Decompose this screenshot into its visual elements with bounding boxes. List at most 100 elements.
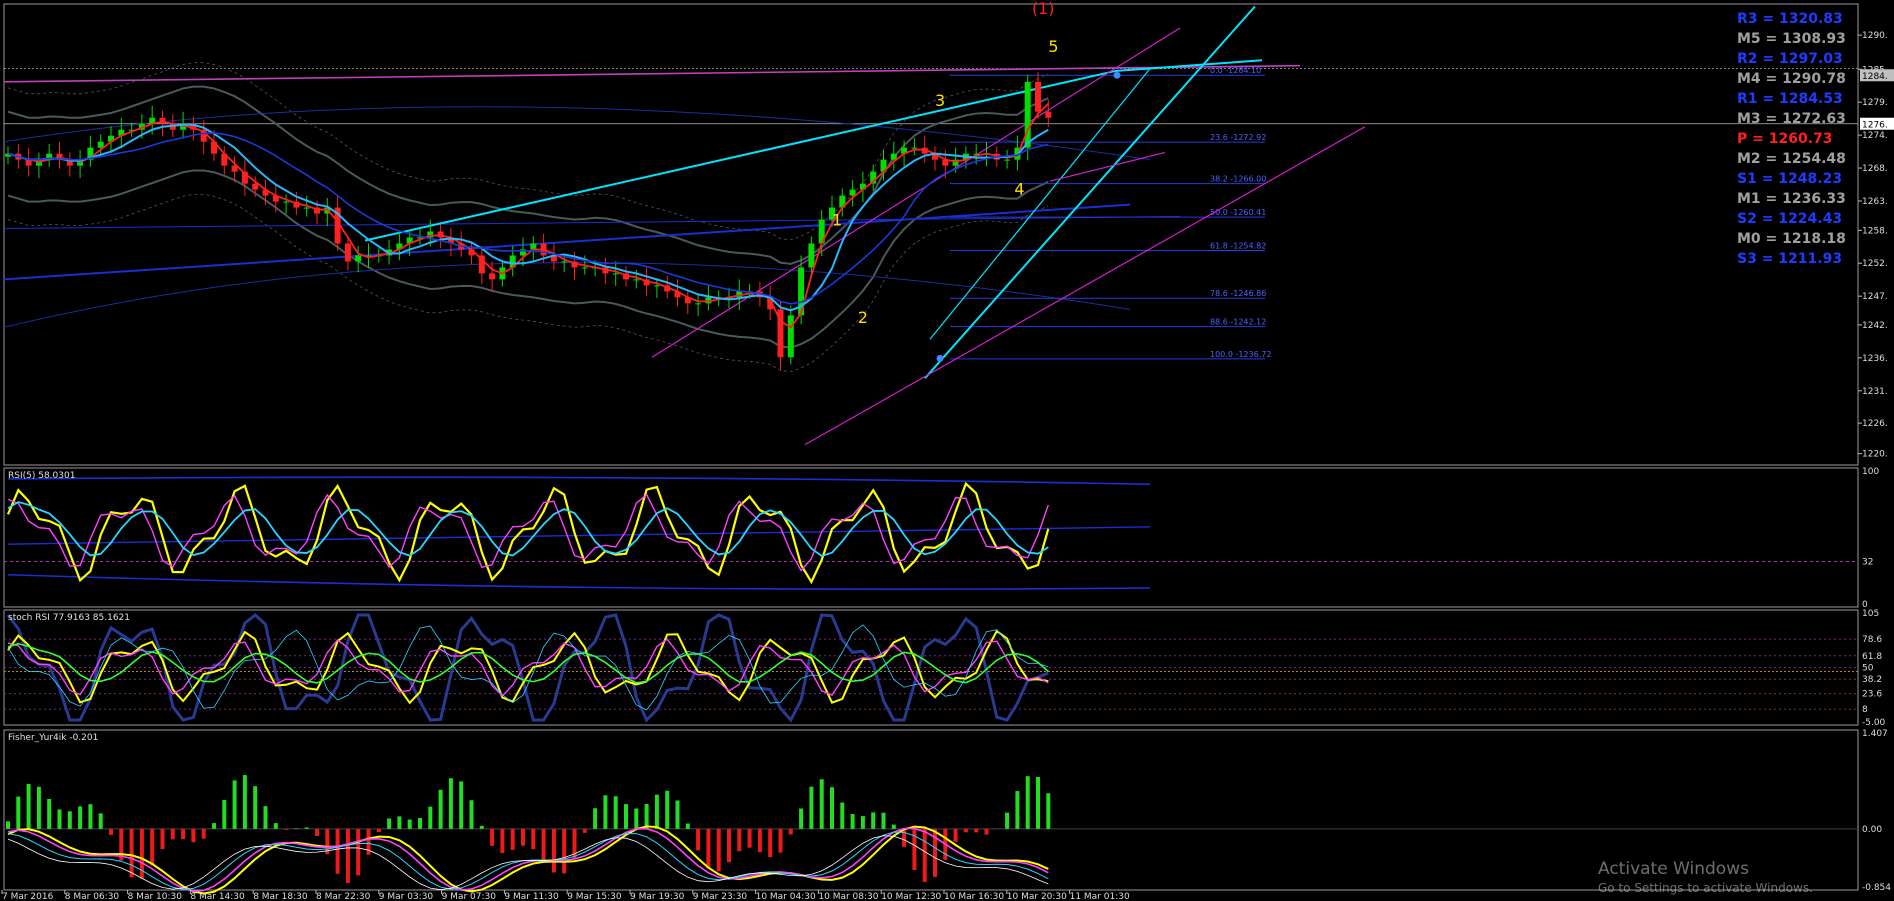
fisher-histogram-bar bbox=[407, 819, 412, 829]
fisher-histogram-bar bbox=[448, 778, 453, 829]
watermark-subtitle: Go to Settings to activate Windows. bbox=[1598, 881, 1813, 895]
candle-body bbox=[1045, 111, 1052, 118]
fisher-histogram-bar bbox=[98, 813, 103, 829]
candle-body bbox=[97, 141, 104, 148]
fisher-histogram-bar bbox=[201, 828, 206, 839]
fisher-histogram-bar bbox=[510, 828, 515, 850]
time-tick-label: 11 Mar 01:30 bbox=[1070, 892, 1130, 901]
fisher-histogram-bar bbox=[665, 790, 670, 829]
fisher-histogram-bar bbox=[67, 811, 72, 829]
pivot-label: R3 = 1320.83 bbox=[1737, 11, 1843, 27]
candle-body bbox=[787, 315, 794, 358]
time-tick-label: 9 Mar 19:30 bbox=[630, 892, 685, 901]
fisher-histogram-bar bbox=[768, 828, 773, 858]
fisher-histogram-bar bbox=[624, 804, 628, 829]
indicator-axis-label: 100 bbox=[1862, 467, 1879, 477]
indicator-axis-label: 50 bbox=[1862, 664, 1874, 674]
watermark-title: Activate Windows bbox=[1598, 859, 1749, 879]
fisher-histogram-bar bbox=[78, 806, 83, 829]
rsi-panel: 100320 bbox=[4, 467, 1879, 610]
pivot-label: S2 = 1224.43 bbox=[1737, 211, 1842, 227]
time-tick-label: 10 Mar 12:30 bbox=[881, 892, 941, 901]
channel-line-small bbox=[1049, 151, 1166, 182]
pivot-label: M2 = 1254.48 bbox=[1737, 151, 1846, 167]
candle-body bbox=[633, 279, 640, 281]
pivot-label: M3 = 1272.63 bbox=[1737, 111, 1846, 127]
fib-level-label: 88.6 -1242.12 bbox=[1210, 318, 1266, 327]
candle-body bbox=[612, 273, 619, 275]
fisher-histogram-bar bbox=[747, 828, 752, 848]
time-axis: 7 Mar 2016 8 Mar 06:30 8 Mar 10:30 8 Mar 14… bbox=[1, 890, 1130, 901]
candle-body bbox=[489, 273, 496, 280]
price-tick-label: 1247. bbox=[1862, 292, 1888, 302]
pivot-labels: R3 = 1320.83 M5 = 1308.93 R2 = 1297.03 M4 =… bbox=[1737, 11, 1846, 267]
time-tick-label: 9 Mar 15:30 bbox=[567, 892, 622, 901]
candle-body bbox=[283, 201, 290, 203]
fisher-histogram-bar bbox=[613, 796, 618, 829]
windows-watermark: Activate Windows Go to Settings to activ… bbox=[1598, 859, 1813, 895]
fisher-histogram-bar bbox=[582, 828, 587, 833]
candle-body bbox=[911, 147, 918, 149]
price-tick-label: 1290. bbox=[1862, 31, 1888, 41]
fisher-histogram-bar bbox=[335, 828, 340, 874]
candle-body bbox=[355, 255, 362, 262]
fisher-histogram-bar bbox=[799, 808, 804, 829]
candle-body bbox=[561, 261, 568, 263]
fisher-histogram-bar bbox=[922, 828, 927, 882]
fisher-histogram-bar bbox=[675, 800, 680, 829]
fisher-histogram-bar bbox=[438, 789, 443, 829]
fib-level-label: 100.0 -1236.72 bbox=[1210, 350, 1271, 359]
time-tick-label: 10 Mar 20:30 bbox=[1007, 892, 1067, 901]
wave-label: 5 bbox=[1048, 37, 1058, 56]
anchor-point-high bbox=[1113, 71, 1121, 79]
pivot-label: M1 = 1236.33 bbox=[1737, 191, 1846, 207]
candle-body bbox=[252, 183, 259, 190]
wave-label: (1) bbox=[1032, 0, 1055, 18]
time-tick-label: 8 Mar 06:30 bbox=[65, 892, 120, 901]
time-tick-label: 10 Mar 08:30 bbox=[818, 892, 878, 901]
time-tick-label: 8 Mar 22:30 bbox=[316, 892, 371, 901]
price-tick-label: 1220. bbox=[1862, 450, 1888, 460]
fisher-histogram-bar bbox=[541, 828, 546, 861]
fisher-histogram-bar bbox=[809, 786, 814, 829]
candle-body bbox=[581, 267, 588, 269]
price-tick-label: 1236. bbox=[1862, 354, 1888, 364]
time-tick-label: 10 Mar 16:30 bbox=[944, 892, 1004, 901]
indicator-axis-label: 23.6 bbox=[1862, 690, 1882, 700]
wave-label: 2 bbox=[858, 308, 868, 327]
fisher-histogram-bar bbox=[500, 828, 505, 854]
fisher-histogram-bar bbox=[521, 828, 525, 846]
fisher-histogram-bar bbox=[706, 828, 711, 869]
blue-envelope-line bbox=[3, 203, 1131, 281]
pivot-label: S1 = 1248.23 bbox=[1737, 171, 1842, 187]
price-tick-label: 1258. bbox=[1862, 226, 1888, 236]
fisher-histogram-bar bbox=[181, 828, 186, 840]
fisher-histogram-bar bbox=[222, 799, 227, 829]
fisher-histogram-bar bbox=[109, 828, 113, 835]
candle-body bbox=[695, 303, 702, 305]
candle-body bbox=[849, 189, 856, 196]
indicator-title: Fisher_Yur4ik -0.201 bbox=[8, 733, 98, 743]
fisher-histogram-bar bbox=[387, 818, 392, 829]
indicator-axis-label: 8 bbox=[1862, 705, 1868, 715]
fisher-histogram-bar bbox=[479, 825, 484, 829]
fisher-histogram-bar bbox=[644, 804, 649, 829]
fisher-histogram-bar bbox=[727, 828, 731, 863]
candle-body bbox=[653, 285, 660, 287]
fisher-histogram-bar bbox=[315, 828, 319, 836]
indicator-axis-label: 105 bbox=[1862, 609, 1879, 619]
fib-level-label: 78.6 -1246.86 bbox=[1210, 289, 1266, 298]
fib-level-label: 38.2 -1266.00 bbox=[1210, 175, 1266, 184]
fisher-histogram-bar bbox=[459, 781, 464, 829]
rsi-upper-band bbox=[7, 476, 1151, 486]
fisher-histogram-bar bbox=[819, 779, 824, 829]
fisher-histogram-bar bbox=[345, 828, 350, 883]
time-tick-label: 9 Mar 11:30 bbox=[504, 892, 559, 901]
fisher-histogram-bar bbox=[428, 806, 433, 829]
upper-band bbox=[7, 85, 1049, 265]
fisher-histogram-bar bbox=[242, 775, 247, 829]
moving-averages bbox=[7, 103, 1049, 329]
indicator-axis-label: 78.6 bbox=[1862, 635, 1882, 645]
indicator-axis-label: 1.407 bbox=[1862, 729, 1888, 739]
medium-ma-line bbox=[7, 123, 1049, 312]
